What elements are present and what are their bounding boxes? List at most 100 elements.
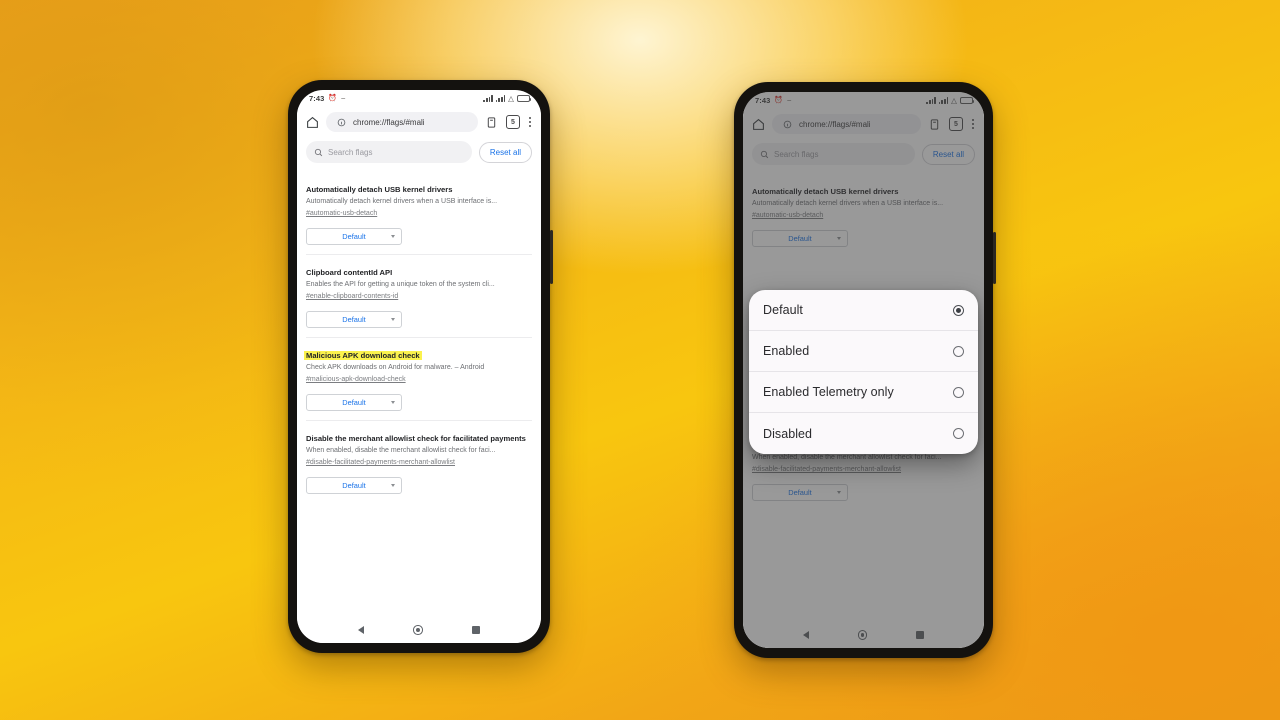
signal-bars-icon	[483, 95, 493, 102]
flag-title-wrap: Automatically detach USB kernel drivers	[306, 179, 532, 197]
dialog-option-disabled[interactable]: Disabled	[749, 413, 978, 454]
tab-switcher-button[interactable]: 5	[505, 115, 520, 129]
chevron-down-icon	[391, 318, 395, 322]
url-text: chrome://flags/#mali	[353, 117, 425, 127]
flag-state-dialog: Default Enabled Enabled Telemetry only D…	[749, 290, 978, 454]
dialog-option-enabled[interactable]: Enabled	[749, 331, 978, 372]
flag-title: Disable the merchant allowlist check for…	[306, 434, 526, 444]
flag-state-select[interactable]: Default	[306, 228, 402, 246]
phone-right: 7:43 ⏰ – △ chrome://flags/#mali 5 Search…	[734, 82, 996, 658]
back-nav-icon[interactable]	[357, 626, 364, 634]
back-nav-icon[interactable]	[803, 631, 810, 639]
reset-all-button[interactable]: Reset all	[478, 141, 532, 163]
radio-button[interactable]	[953, 428, 964, 439]
flag-state-select[interactable]: Default	[752, 484, 848, 502]
radio-button-selected[interactable]	[953, 304, 964, 316]
power-button-left[interactable]	[550, 230, 553, 284]
status-bar-left-group: 7:43 ⏰ –	[755, 96, 791, 105]
status-bar-right: 7:43 ⏰ – △	[743, 92, 984, 109]
power-button-right[interactable]	[993, 232, 996, 284]
phone-left-screen: 7:43 ⏰ – △ chrome://flags/#mali 5 Search…	[297, 90, 541, 643]
flag-state-value: Default	[342, 315, 366, 325]
status-bar-right-group: △	[926, 97, 975, 105]
flag-entry: Disable the merchant allowlist check for…	[306, 420, 532, 503]
flag-id-link[interactable]: #automatic-usb-detach	[306, 209, 532, 219]
flag-entry: Clipboard contentId API Enables the API …	[306, 254, 532, 337]
browser-toolbar-right: chrome://flags/#mali 5	[743, 109, 984, 139]
flag-state-select[interactable]: Default	[306, 394, 402, 412]
signal-bars-icon-2	[495, 95, 506, 102]
home-nav-icon[interactable]	[413, 625, 423, 635]
battery-icon	[517, 95, 532, 102]
flag-state-select[interactable]: Default	[306, 311, 402, 329]
overflow-menu-icon[interactable]	[969, 119, 977, 129]
flag-entry: Automatically detach USB kernel drivers …	[306, 172, 532, 254]
phone-left: 7:43 ⏰ – △ chrome://flags/#mali 5 Search…	[288, 80, 553, 653]
flag-id-link[interactable]: #enable-clipboard-contents-id	[306, 292, 532, 302]
radio-button[interactable]	[953, 386, 964, 398]
flag-id-link[interactable]: #disable-facilitated-payments-merchant-a…	[752, 465, 975, 475]
search-icon	[314, 148, 323, 157]
flag-description: When enabled, disable the merchant allow…	[306, 447, 496, 455]
bookmark-icon[interactable]	[484, 114, 500, 130]
flag-entry-highlighted: Malicious APK download check Check APK d…	[306, 337, 532, 420]
chevron-down-icon	[391, 401, 395, 405]
recents-nav-icon[interactable]	[915, 631, 924, 639]
status-bar-left: 7:43 ⏰ – △	[297, 90, 541, 107]
tab-switcher-button[interactable]: 5	[948, 117, 963, 131]
reset-all-button[interactable]: Reset all	[921, 143, 975, 165]
flag-state-value: Default	[788, 488, 812, 498]
flag-title: Automatically detach USB kernel drivers	[752, 187, 899, 196]
alarm-icon: ⏰	[328, 95, 338, 102]
android-nav-bar-right	[743, 622, 984, 648]
dash-icon: –	[787, 97, 792, 104]
dialog-option-label: Enabled Telemetry only	[763, 385, 894, 399]
omnibox-right[interactable]: chrome://flags/#mali	[772, 114, 921, 134]
dash-icon: –	[341, 95, 346, 102]
home-nav-icon[interactable]	[857, 630, 868, 640]
flag-description: Enables the API for getting a unique tok…	[306, 281, 495, 289]
bookmark-icon[interactable]	[927, 116, 943, 132]
flag-title-wrap: Clipboard contentId API	[306, 262, 532, 280]
search-input[interactable]: Search flags	[752, 143, 915, 165]
page-info-icon[interactable]	[779, 116, 795, 132]
dialog-option-default[interactable]: Default	[749, 290, 978, 331]
dialog-option-label: Disabled	[763, 426, 813, 441]
url-text: chrome://flags/#mali	[799, 119, 871, 129]
chevron-down-icon	[837, 491, 841, 495]
status-time: 7:43	[309, 94, 325, 103]
alarm-icon: ⏰	[774, 97, 784, 104]
home-icon[interactable]	[750, 116, 766, 132]
android-nav-bar-left	[297, 617, 541, 643]
home-icon[interactable]	[304, 114, 320, 130]
page-info-icon[interactable]	[333, 114, 349, 130]
dialog-option-label: Enabled	[763, 344, 810, 358]
flag-state-select[interactable]: Default	[306, 477, 402, 495]
flag-id-link[interactable]: #automatic-usb-detach	[752, 211, 975, 221]
flag-id-link[interactable]: #malicious-apk-download-check	[306, 375, 532, 385]
dialog-option-enabled-telemetry-only[interactable]: Enabled Telemetry only	[749, 372, 978, 413]
status-time: 7:43	[755, 96, 771, 105]
flag-title: Malicious APK download check	[306, 351, 420, 361]
flag-id-link[interactable]: #disable-facilitated-payments-merchant-a…	[306, 458, 532, 468]
omnibox-left[interactable]: chrome://flags/#mali	[326, 112, 478, 132]
chevron-down-icon	[391, 235, 395, 239]
flag-state-value: Default	[342, 481, 366, 491]
flag-title: Automatically detach USB kernel drivers	[306, 185, 453, 194]
signal-bars-icon-2	[938, 97, 949, 104]
flag-description: Automatically detach kernel drivers when…	[306, 198, 498, 205]
flag-state-select[interactable]: Default	[752, 230, 848, 248]
flag-title: Clipboard contentId API	[306, 268, 393, 278]
recents-nav-icon[interactable]	[472, 626, 481, 634]
search-input[interactable]: Search flags	[306, 141, 472, 163]
dialog-option-label: Default	[763, 303, 803, 317]
browser-toolbar-left: chrome://flags/#mali 5	[297, 107, 541, 137]
search-placeholder: Search flags	[328, 147, 373, 157]
radio-button[interactable]	[953, 345, 964, 357]
flag-entry: Automatically detach USB kernel drivers …	[752, 174, 975, 256]
phone-right-screen: 7:43 ⏰ – △ chrome://flags/#mali 5 Search…	[743, 92, 984, 648]
overflow-menu-icon[interactable]	[526, 117, 534, 127]
flags-search-row-right: Search flags Reset all	[743, 139, 984, 174]
status-bar-left-group: 7:43 ⏰ –	[309, 94, 345, 103]
flag-state-value: Default	[342, 398, 366, 408]
